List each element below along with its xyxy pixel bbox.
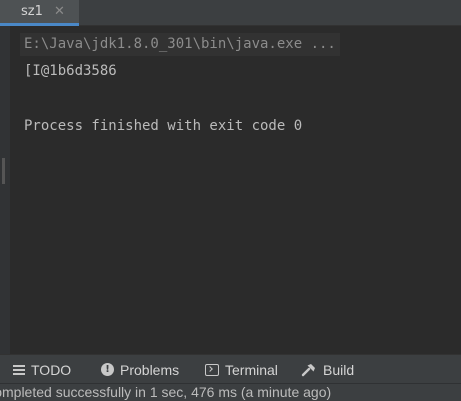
status-message[interactable]: Build completed successfully in 1 sec, 4… xyxy=(0,384,331,401)
tool-terminal-button[interactable]: Terminal xyxy=(205,355,278,384)
tool-window-bar: TODO ! Problems Terminal Build xyxy=(0,354,461,383)
tool-terminal-label: Terminal xyxy=(225,361,278,378)
hammer-icon xyxy=(301,363,315,376)
tab-label: sz1 xyxy=(21,4,43,19)
info-icon: ! xyxy=(101,363,114,376)
editor-tab-bar: sz1 ✕ xyxy=(0,0,461,26)
run-console[interactable]: E:\Java\jdk1.8.0_301\bin\java.exe ... [I… xyxy=(10,26,461,354)
close-icon[interactable]: ✕ xyxy=(54,3,65,21)
tool-problems-label: Problems xyxy=(120,361,180,378)
status-bar: Build completed successfully in 1 sec, 4… xyxy=(0,383,461,401)
left-gutter xyxy=(0,26,10,354)
scroll-marker[interactable] xyxy=(2,158,5,184)
tool-build-label: Build xyxy=(323,361,355,378)
tool-todo-button[interactable]: TODO xyxy=(13,355,71,384)
program-output: [I@1b6d3586 xyxy=(24,63,117,79)
terminal-icon xyxy=(205,363,219,376)
command-line[interactable]: E:\Java\jdk1.8.0_301\bin\java.exe ... xyxy=(20,33,340,56)
tool-build-button[interactable]: Build xyxy=(301,355,354,384)
tool-problems-button[interactable]: ! Problems xyxy=(101,355,179,384)
tool-todo-label: TODO xyxy=(31,361,72,378)
list-icon xyxy=(13,364,25,375)
tab-sz1[interactable]: sz1 ✕ xyxy=(0,0,79,26)
exit-message: Process finished with exit code 0 xyxy=(24,118,303,134)
